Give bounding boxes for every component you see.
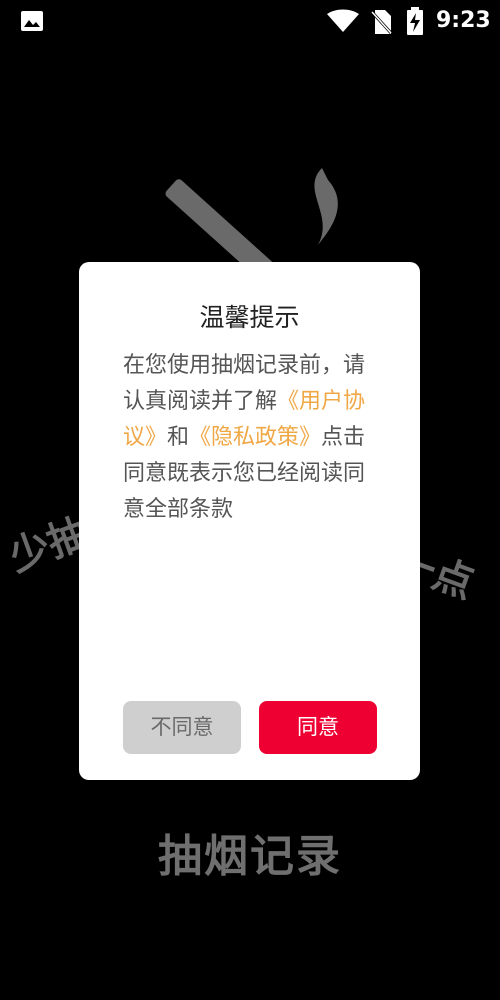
privacy-dialog: 温馨提示 在您使用抽烟记录前，请认真阅读并了解《用户协议》和《隐私政策》点击同意… <box>79 262 420 780</box>
dialog-title: 温馨提示 <box>199 303 300 332</box>
dialog-message: 在您使用抽烟记录前，请认真阅读并了解《用户协议》和《隐私政策》点击同意既表示您已… <box>123 348 381 528</box>
status-time: 9:23 <box>436 8 491 33</box>
conjunction-text: 和 <box>167 425 190 450</box>
picture-icon <box>21 11 43 31</box>
status-bar: 9:23 <box>0 0 500 44</box>
no-sim-icon <box>370 10 392 35</box>
agree-button[interactable]: 同意 <box>259 701 377 754</box>
battery-charging-icon <box>407 7 423 35</box>
disagree-button[interactable]: 不同意 <box>123 701 241 754</box>
app-title: 抽烟记录 <box>158 831 342 882</box>
privacy-policy-link[interactable]: 《隐私政策》 <box>189 425 321 450</box>
wifi-icon <box>327 9 359 32</box>
smoke-shape <box>314 168 338 245</box>
